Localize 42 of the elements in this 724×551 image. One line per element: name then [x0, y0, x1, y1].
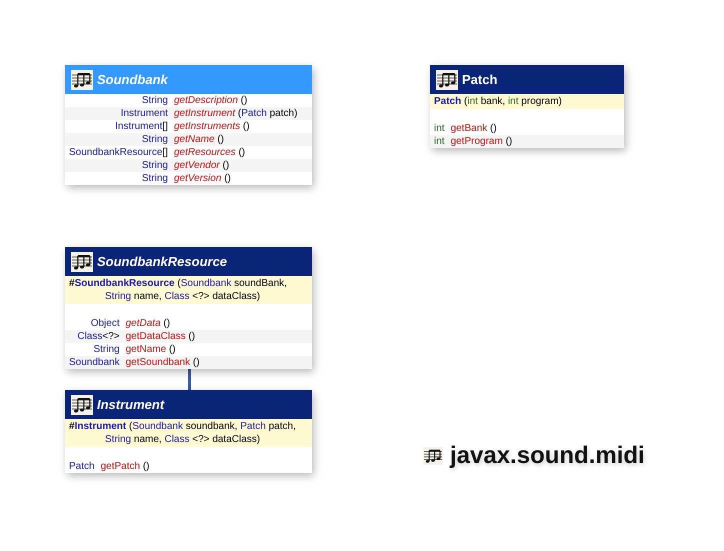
return-type: int	[433, 122, 446, 135]
method-signature: getSoundbank ()	[126, 356, 200, 369]
package-name: javax.sound.midi	[450, 442, 645, 470]
return-type: Class<?>	[76, 330, 121, 343]
return-type: String	[92, 343, 121, 356]
music-notes-icon	[71, 252, 93, 272]
return-type: Patch	[68, 460, 96, 473]
method-signature: getDescription ()	[174, 94, 248, 107]
return-type: int	[433, 135, 446, 148]
method-signature: getVendor ()	[174, 159, 230, 172]
class-title: SoundbankResource	[97, 254, 228, 269]
music-notes-icon	[422, 447, 444, 465]
return-type: Soundbank	[68, 356, 121, 369]
method-signature: getInstrument (Patch patch)	[174, 107, 298, 120]
return-type: String	[140, 159, 169, 172]
return-type: Instrument[]	[114, 120, 169, 133]
inheritance-line	[188, 368, 191, 390]
method-signature: getInstruments ()	[174, 120, 250, 133]
class-title: Instrument	[97, 397, 164, 412]
method-signature: getResources ()	[174, 146, 246, 159]
method-signature: getBank ()	[450, 122, 497, 135]
music-notes-icon	[71, 70, 93, 90]
music-notes-icon	[71, 394, 93, 414]
constructor-signature: #SoundbankResource (Soundbank soundBank, String name, Class <?> dataClass)	[65, 276, 312, 304]
method-signature: getName ()	[126, 343, 176, 356]
return-type: SoundbankResource[]	[68, 146, 169, 159]
method-signature: getPatch ()	[100, 460, 150, 473]
method-signature: getDataClass ()	[126, 330, 196, 343]
return-type: String	[140, 133, 169, 146]
method-signature: getProgram ()	[450, 135, 512, 148]
method-signature: getData ()	[126, 317, 170, 330]
return-type: Instrument	[120, 107, 169, 120]
constructor-signature: #Instrument (Soundbank soundbank, Patch patch, String name, Class <?> dataClass)	[65, 419, 312, 447]
return-type: Object	[90, 317, 121, 330]
class-title: Patch	[462, 72, 498, 87]
method-signature: getName ()	[174, 133, 224, 146]
return-type: String	[140, 172, 169, 185]
music-notes-icon	[436, 70, 458, 90]
method-signature: getVersion ()	[174, 172, 231, 185]
class-title: Soundbank	[97, 72, 168, 87]
constructor-signature: Patch (int bank, int program)	[430, 94, 624, 109]
return-type: String	[140, 94, 169, 107]
